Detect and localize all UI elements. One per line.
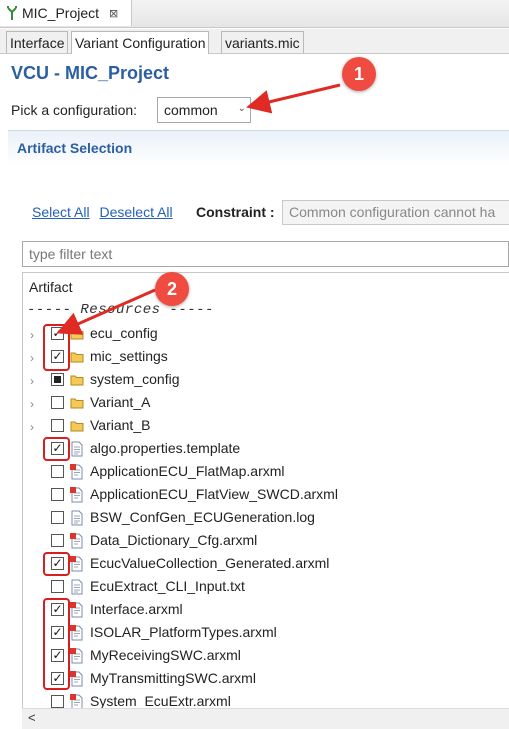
tree-row[interactable]: ✓ ISOLAR_PlatformTypes.arxml — [23, 622, 509, 645]
arxml-file-icon — [70, 533, 83, 549]
subtab-bar: Interface Variant Configuration variants… — [0, 29, 509, 54]
artifact-label: system_config — [90, 371, 180, 387]
section-title: Artifact Selection — [17, 140, 133, 156]
expand-chevron-icon[interactable]: › — [30, 328, 34, 342]
expand-chevron-icon[interactable]: › — [30, 374, 34, 388]
tree-row[interactable]: ✓ Interface.arxml — [23, 599, 509, 622]
configuration-value: common — [164, 102, 218, 118]
scroll-left-icon[interactable]: < — [28, 710, 36, 725]
artifact-checkbox[interactable] — [51, 534, 64, 547]
tree-row[interactable]: ApplicationECU_FlatMap.arxml — [23, 461, 509, 484]
artifact-label: algo.properties.template — [90, 440, 241, 456]
tab-variant-configuration[interactable]: Variant Configuration — [71, 31, 210, 54]
tree-row[interactable]: ✓ MyTransmittingSWC.arxml — [23, 668, 509, 691]
artifact-checkbox[interactable] — [51, 580, 64, 593]
tree-row[interactable]: › Variant_B — [23, 415, 509, 438]
close-icon[interactable]: ⊠ — [109, 7, 118, 20]
select-all-link[interactable]: Select All — [32, 204, 90, 220]
tree-row[interactable]: ApplicationECU_FlatView_SWCD.arxml — [23, 484, 509, 507]
artifact-checkbox[interactable] — [51, 373, 64, 386]
tree-row[interactable]: › ✓ ecu_config — [23, 323, 509, 346]
highlight-box — [43, 437, 70, 461]
tab-variants-mic[interactable]: variants.mic — [221, 31, 304, 53]
file-icon — [71, 441, 83, 457]
expand-chevron-icon[interactable]: › — [30, 397, 34, 411]
tree-row[interactable]: ✓ algo.properties.template — [23, 438, 509, 461]
artifact-label: MyTransmittingSWC.arxml — [90, 670, 256, 686]
folder-icon — [70, 352, 84, 363]
tree-row[interactable]: ✓ MyReceivingSWC.arxml — [23, 645, 509, 668]
file-icon — [71, 579, 83, 595]
artifact-checkbox[interactable] — [51, 511, 64, 524]
artifact-label: ApplicationECU_FlatView_SWCD.arxml — [90, 486, 338, 502]
file-icon — [71, 510, 83, 526]
filter-input[interactable]: type filter text — [22, 241, 509, 267]
artifact-label: Variant_B — [90, 417, 151, 433]
selection-links: Select All Deselect All — [32, 204, 179, 220]
arxml-file-icon — [70, 648, 83, 664]
tree-row[interactable]: › system_config — [23, 369, 509, 392]
column-header-artifact: Artifact — [29, 279, 73, 295]
artifact-selection-section: Artifact Selection — [8, 130, 509, 167]
arxml-file-icon — [70, 487, 83, 503]
folder-icon — [70, 398, 84, 409]
editor-tab-mic-project[interactable]: MIC_Project ⊠ — [0, 0, 132, 26]
editor-tabbar: MIC_Project ⊠ — [0, 0, 509, 28]
tree-row[interactable]: EcuExtract_CLI_Input.txt — [23, 576, 509, 599]
artifact-tree: Artifact ----- Resources ----- › ✓ ecu_con… — [22, 272, 509, 728]
deselect-all-link[interactable]: Deselect All — [99, 204, 172, 220]
highlight-box — [43, 552, 70, 576]
artifact-label: Data_Dictionary_Cfg.arxml — [90, 532, 258, 548]
artifact-label: ecu_config — [90, 325, 158, 341]
artifact-checkbox[interactable] — [51, 419, 64, 432]
artifact-checkbox[interactable] — [51, 465, 64, 478]
constraint-field: Common configuration cannot ha — [282, 200, 509, 225]
artifact-label: MyReceivingSWC.arxml — [90, 647, 241, 663]
tree-row[interactable]: › ✓ mic_settings — [23, 346, 509, 369]
artifact-label: EcuExtract_CLI_Input.txt — [90, 578, 245, 594]
tree-row[interactable]: ✓ EcucValueCollection_Generated.arxml — [23, 553, 509, 576]
configuration-select[interactable]: common ⌄ — [157, 97, 251, 123]
artifact-label: System_EcuExtr.arxml — [90, 693, 231, 709]
editor-tab-title: MIC_Project — [22, 5, 100, 21]
arrow-to-config-select — [246, 83, 341, 114]
arxml-file-icon — [70, 625, 83, 641]
artifact-label: ISOLAR_PlatformTypes.arxml — [90, 624, 277, 640]
artifact-label: ApplicationECU_FlatMap.arxml — [90, 463, 285, 479]
highlight-box — [43, 598, 70, 690]
tab-interface[interactable]: Interface — [6, 31, 69, 53]
tree-row[interactable]: › Variant_A — [23, 392, 509, 415]
expand-chevron-icon[interactable]: › — [30, 420, 34, 434]
resources-header: ----- Resources ----- — [27, 302, 214, 318]
constraint-label: Constraint : — [196, 204, 275, 220]
artifact-checkbox[interactable] — [51, 695, 64, 708]
arxml-file-icon — [70, 602, 83, 618]
highlight-box — [43, 324, 70, 371]
folder-icon — [70, 375, 84, 386]
artifact-checkbox[interactable] — [51, 396, 64, 409]
artifact-label: Interface.arxml — [90, 601, 183, 617]
arxml-file-icon — [70, 671, 83, 687]
page-title: VCU - MIC_Project — [11, 63, 170, 83]
artifact-label: Variant_A — [90, 394, 151, 410]
tree-row[interactable]: Data_Dictionary_Cfg.arxml — [23, 530, 509, 553]
folder-icon — [70, 421, 84, 432]
project-icon — [7, 6, 17, 20]
arxml-file-icon — [70, 556, 83, 572]
artifact-label: mic_settings — [90, 348, 168, 364]
callout-1: 1 — [342, 57, 376, 91]
horizontal-scrollbar[interactable]: < — [22, 708, 509, 729]
artifact-label: BSW_ConfGen_ECUGeneration.log — [90, 509, 315, 525]
arxml-file-icon — [70, 464, 83, 480]
config-label: Pick a configuration: — [11, 102, 138, 118]
tree-row[interactable]: BSW_ConfGen_ECUGeneration.log — [23, 507, 509, 530]
expand-chevron-icon[interactable]: › — [30, 351, 34, 365]
folder-icon — [70, 329, 84, 340]
artifact-label: EcucValueCollection_Generated.arxml — [90, 555, 330, 571]
chevron-down-icon: ⌄ — [237, 103, 246, 114]
artifact-checkbox[interactable] — [51, 488, 64, 501]
callout-2: 2 — [155, 272, 189, 306]
